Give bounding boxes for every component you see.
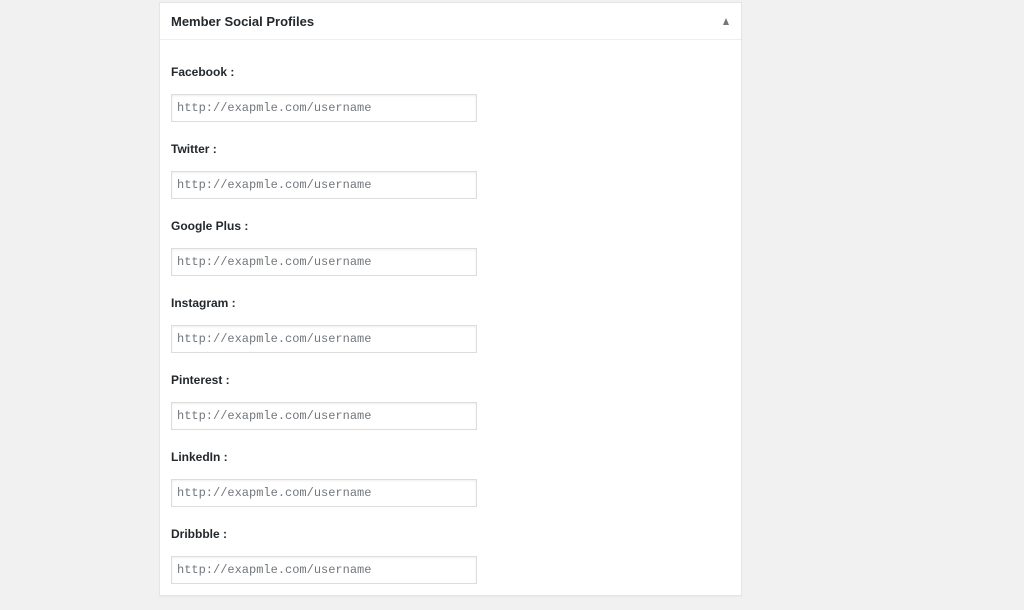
dribbble-label: Dribbble :	[171, 527, 227, 541]
dribbble-input[interactable]	[171, 556, 477, 584]
google-plus-label: Google Plus :	[171, 219, 249, 233]
triangle-up-icon	[723, 18, 729, 25]
twitter-label: Twitter :	[171, 142, 217, 156]
facebook-input[interactable]	[171, 94, 477, 122]
linkedin-label: LinkedIn :	[171, 450, 228, 464]
pinterest-input[interactable]	[171, 402, 477, 430]
metabox-header[interactable]: Member Social Profiles	[160, 3, 741, 40]
metabox-title: Member Social Profiles	[171, 14, 315, 29]
linkedin-input[interactable]	[171, 479, 477, 507]
instagram-label: Instagram :	[171, 296, 236, 310]
google-plus-input[interactable]	[171, 248, 477, 276]
facebook-label: Facebook :	[171, 65, 235, 79]
pinterest-label: Pinterest :	[171, 373, 230, 387]
toggle-panel-button[interactable]	[711, 3, 741, 39]
instagram-input[interactable]	[171, 325, 477, 353]
twitter-input[interactable]	[171, 171, 477, 199]
social-profiles-metabox: Member Social Profiles Facebook : Twitte…	[159, 2, 742, 596]
